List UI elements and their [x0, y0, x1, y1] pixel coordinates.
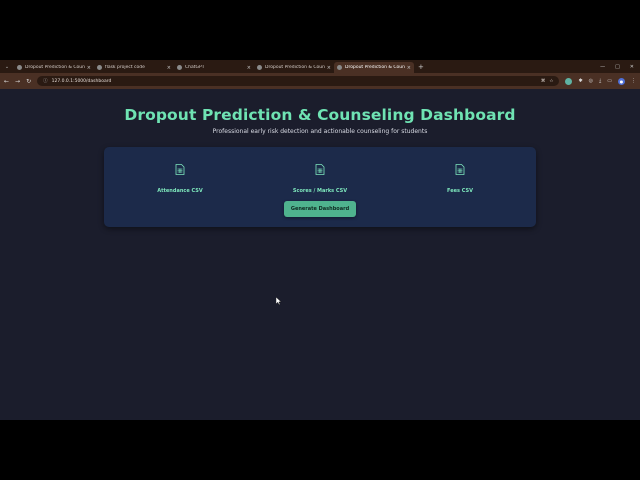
- file-csv-icon: [455, 164, 465, 175]
- fees-upload[interactable]: Fees CSV: [410, 164, 510, 196]
- url-field[interactable]: ⓘ 127.0.0.1:5000/dashboard ⌘ ☆: [37, 76, 560, 86]
- page-content: Dropout Prediction & Counseling Dashboar…: [0, 89, 640, 420]
- upload-card: Attendance CSV Scores / Marks CSV Fees C…: [104, 147, 536, 227]
- favicon-icon: [97, 65, 102, 70]
- page-title: Dropout Prediction & Counseling Dashboar…: [124, 106, 516, 124]
- maximize-icon[interactable]: □: [615, 64, 620, 70]
- file-csv-icon: [175, 164, 185, 175]
- browser-tab[interactable]: flask project code ×: [94, 62, 174, 73]
- tab-search-icon[interactable]: ⌄: [0, 60, 14, 73]
- close-icon[interactable]: ×: [407, 65, 411, 71]
- toolbar-icons: ✱ ◎ ⤓ ▭ ● ⋮: [565, 77, 636, 85]
- browser-window: ⌄ Dropout Prediction & Counseli × flask …: [0, 60, 640, 420]
- translate-icon[interactable]: ⌘: [541, 79, 546, 84]
- page-subtitle: Professional early risk detection and ac…: [212, 128, 428, 135]
- extensions-puzzle-icon[interactable]: ✱: [578, 78, 582, 84]
- side-panel-icon[interactable]: ▭: [607, 78, 612, 84]
- minimize-icon[interactable]: —: [600, 64, 605, 70]
- close-icon[interactable]: ×: [87, 65, 91, 71]
- favicon-icon: [177, 65, 182, 70]
- browser-tab[interactable]: Dropout Prediction & Counseli ×: [254, 62, 334, 73]
- profile-sync-icon[interactable]: ◎: [589, 78, 593, 84]
- download-icon[interactable]: ⤓: [599, 78, 601, 84]
- tab-title: Dropout Prediction & Counseli: [265, 65, 325, 70]
- favicon-icon: [17, 65, 22, 70]
- favicon-icon: [257, 65, 262, 70]
- tab-title: ChatGPT: [185, 65, 205, 70]
- reload-icon[interactable]: ↻: [26, 78, 31, 85]
- profile-avatar-icon[interactable]: ●: [618, 77, 625, 85]
- close-icon[interactable]: ×: [247, 65, 251, 71]
- generate-dashboard-button[interactable]: Generate Dashboard: [284, 201, 356, 217]
- menu-kebab-icon[interactable]: ⋮: [631, 78, 636, 84]
- extension-icon[interactable]: [565, 77, 573, 85]
- close-icon[interactable]: ×: [327, 65, 331, 71]
- upload-label: Attendance CSV: [157, 188, 203, 194]
- favicon-icon: [337, 65, 342, 70]
- url-text: 127.0.0.1:5000/dashboard: [51, 78, 112, 84]
- attendance-upload[interactable]: Attendance CSV: [130, 164, 230, 196]
- browser-tab-active[interactable]: Dropout Prediction & Counseli ×: [334, 62, 414, 73]
- upload-label: Scores / Marks CSV: [292, 188, 348, 194]
- tab-bar: ⌄ Dropout Prediction & Counseli × flask …: [0, 60, 640, 73]
- close-window-icon[interactable]: ✕: [630, 64, 634, 70]
- browser-tab[interactable]: Dropout Prediction & Counseli ×: [14, 62, 94, 73]
- new-tab-icon[interactable]: +: [418, 63, 424, 71]
- tab-title: flask project code: [105, 65, 145, 70]
- upload-label: Fees CSV: [447, 188, 473, 194]
- file-csv-icon: [315, 164, 325, 175]
- bookmark-star-icon[interactable]: ☆: [549, 79, 553, 84]
- browser-tab[interactable]: ChatGPT ×: [174, 62, 254, 73]
- close-icon[interactable]: ×: [167, 65, 171, 71]
- site-info-icon[interactable]: ⓘ: [43, 78, 48, 84]
- tab-title: Dropout Prediction & Counseli: [345, 65, 405, 70]
- address-bar: ← → ↻ ⓘ 127.0.0.1:5000/dashboard ⌘ ☆ ✱ ◎…: [0, 73, 640, 89]
- back-icon[interactable]: ←: [4, 78, 9, 85]
- forward-icon[interactable]: →: [15, 78, 20, 85]
- tab-title: Dropout Prediction & Counseli: [25, 65, 85, 70]
- scores-upload[interactable]: Scores / Marks CSV: [270, 164, 370, 196]
- window-controls: — □ ✕: [600, 60, 640, 73]
